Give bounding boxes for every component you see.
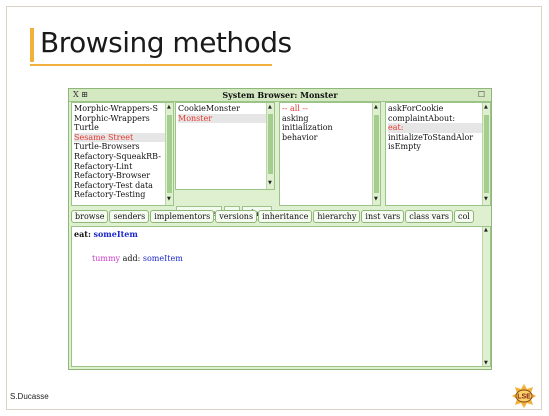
protocol-items: -- all -- asking initialization behavior bbox=[282, 104, 372, 142]
categories-item[interactable]: Refactory-Lint bbox=[74, 162, 165, 172]
scroll-down-icon[interactable]: ▼ bbox=[167, 195, 171, 205]
browse-button[interactable]: browse bbox=[71, 210, 109, 223]
categories-item[interactable]: Refactory-SqueakRB- bbox=[74, 152, 165, 162]
author-label: S.Ducasse bbox=[10, 392, 49, 401]
senders-button[interactable]: senders bbox=[109, 210, 150, 223]
class-vars-button[interactable]: class vars bbox=[405, 210, 453, 223]
classes-item[interactable]: Monster bbox=[178, 113, 266, 124]
scroll-up-icon[interactable]: ▲ bbox=[268, 103, 272, 113]
method-items: askForCookie complaintAbout: eat: initializ… bbox=[388, 104, 482, 152]
scroll-up-icon[interactable]: ▲ bbox=[167, 103, 171, 113]
logo-text: LSE bbox=[517, 394, 531, 401]
categories-item[interactable]: Morphic-Wrappers bbox=[74, 114, 165, 124]
inst-vars-button[interactable]: inst vars bbox=[361, 210, 405, 223]
lse-logo-icon: LSE bbox=[512, 384, 536, 408]
categories-item[interactable]: Refactory-Test data bbox=[74, 181, 165, 191]
scroll-down-icon[interactable]: ▼ bbox=[268, 179, 272, 189]
scroll-up-icon[interactable]: ▲ bbox=[374, 103, 378, 113]
categories-item[interactable]: Sesame Street bbox=[74, 132, 165, 143]
scroll-thumb[interactable] bbox=[484, 115, 489, 193]
category-list[interactable]: Morphic-Wrappers-S Morphic-Wrappers Turtle… bbox=[71, 102, 174, 206]
methods-item[interactable]: initializeToStandAlor bbox=[388, 133, 482, 143]
method-list[interactable]: askForCookie complaintAbout: eat: initializ… bbox=[385, 102, 491, 206]
scroll-up-icon[interactable]: ▲ bbox=[484, 103, 488, 113]
code-scrollbar[interactable]: ▲ ▼ bbox=[482, 227, 490, 366]
categories-item[interactable]: Turtle-Browsers bbox=[74, 142, 165, 152]
scroll-thumb[interactable] bbox=[374, 115, 379, 193]
methods-item[interactable]: eat: bbox=[388, 123, 482, 133]
title-accent-bar bbox=[30, 28, 34, 62]
category-scrollbar[interactable]: ▲ ▼ bbox=[165, 103, 173, 205]
categories-item[interactable]: Refactory-Testing bbox=[74, 190, 165, 200]
method-selector: eat: bbox=[74, 229, 91, 239]
title-underline bbox=[30, 64, 272, 66]
methods-item[interactable]: isEmpty bbox=[388, 142, 482, 152]
system-browser-window: X ⊞ System Browser: Monster ☐ Morphic-Wr… bbox=[68, 88, 492, 370]
scroll-down-icon[interactable]: ▼ bbox=[484, 195, 488, 205]
window-title: System Browser: Monster bbox=[222, 90, 338, 100]
category-items: Morphic-Wrappers-S Morphic-Wrappers Turtle… bbox=[74, 104, 165, 200]
statement-argument: someItem bbox=[142, 254, 183, 263]
scroll-down-icon[interactable]: ▼ bbox=[484, 360, 488, 366]
method-statement: tummy add: someItem bbox=[92, 254, 183, 263]
protocols-item[interactable]: asking bbox=[282, 114, 372, 124]
slide-title: Browsing methods bbox=[40, 26, 292, 59]
method-signature: eat: someItem bbox=[74, 229, 138, 239]
scroll-thumb[interactable] bbox=[167, 115, 172, 193]
method-scrollbar[interactable]: ▲ ▼ bbox=[482, 103, 490, 205]
scroll-down-icon[interactable]: ▼ bbox=[374, 195, 378, 205]
methods-item[interactable]: askForCookie bbox=[388, 104, 482, 114]
class-scrollbar[interactable]: ▲ ▼ bbox=[266, 103, 274, 189]
hierarchy-button[interactable]: hierarchy bbox=[313, 210, 361, 223]
categories-item[interactable]: Refactory-Browser bbox=[74, 171, 165, 181]
inheritance-button[interactable]: inheritance bbox=[258, 210, 313, 223]
browser-toolbar: browse senders implementors versions inherit… bbox=[71, 210, 491, 224]
protocols-item[interactable]: -- all -- bbox=[282, 104, 372, 114]
scroll-up-icon[interactable]: ▲ bbox=[484, 227, 488, 233]
method-argument: someItem bbox=[93, 229, 138, 239]
scroll-thumb[interactable] bbox=[268, 114, 273, 174]
comment-button[interactable]: col bbox=[454, 210, 474, 223]
window-titlebar[interactable]: X ⊞ System Browser: Monster ☐ bbox=[69, 89, 491, 102]
categories-item[interactable]: Turtle bbox=[74, 123, 165, 133]
protocol-scrollbar[interactable]: ▲ ▼ bbox=[372, 103, 380, 205]
class-list[interactable]: CookieMonster Monster ▲ ▼ bbox=[175, 102, 275, 190]
versions-button[interactable]: versions bbox=[215, 210, 258, 223]
protocols-item[interactable]: behavior bbox=[282, 133, 372, 143]
implementors-button[interactable]: implementors bbox=[150, 210, 215, 223]
code-pane[interactable]: eat: someItem tummy add: someItem ▲ ▼ bbox=[71, 226, 491, 367]
statement-message: add: bbox=[122, 254, 141, 263]
protocol-list[interactable]: -- all -- asking initialization behavior ▲ … bbox=[279, 102, 381, 206]
protocols-item[interactable]: initialization bbox=[282, 123, 372, 133]
categories-item[interactable]: Morphic-Wrappers-S bbox=[74, 104, 165, 114]
class-items: CookieMonster Monster bbox=[178, 104, 266, 124]
statement-receiver: tummy bbox=[92, 254, 121, 263]
classes-item[interactable]: CookieMonster bbox=[178, 104, 266, 114]
expand-icon[interactable]: ☐ bbox=[478, 90, 485, 99]
methods-item[interactable]: complaintAbout: bbox=[388, 114, 482, 124]
